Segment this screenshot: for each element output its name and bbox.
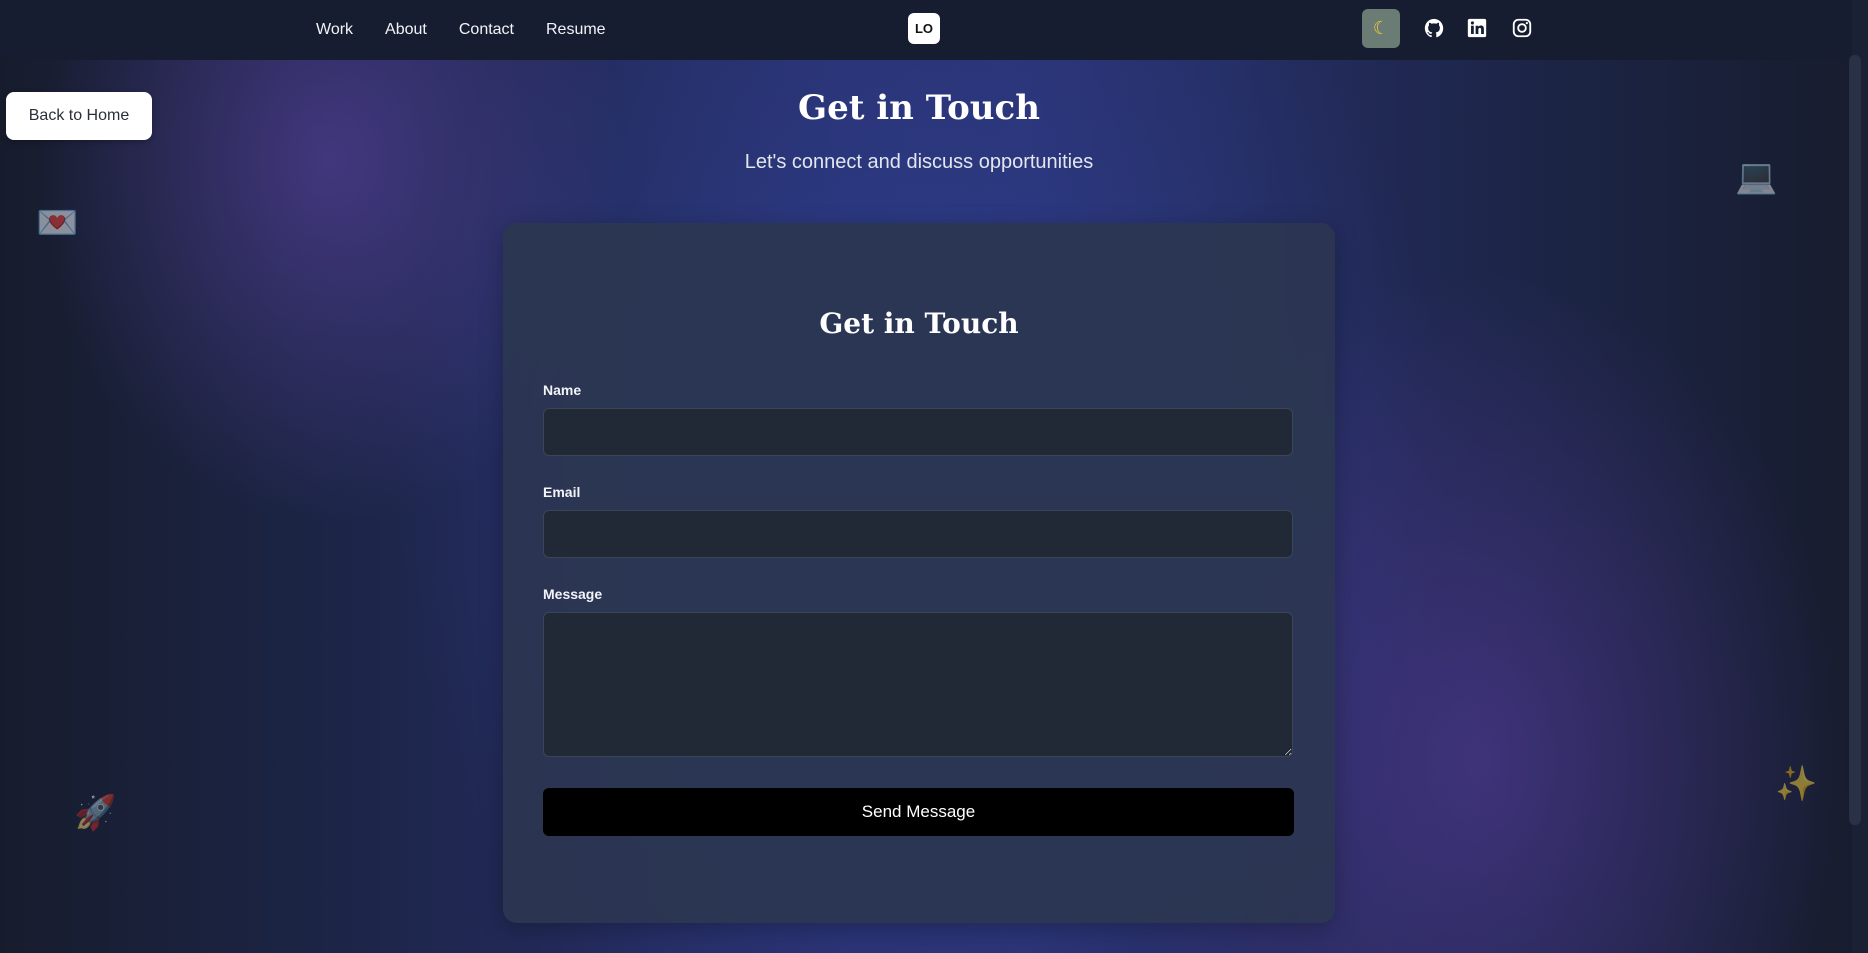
sparkles-icon: ✨ [1775,765,1818,803]
logo[interactable]: LO [908,13,940,44]
email-label: Email [543,484,581,500]
love-letter-icon: 💌 [36,204,79,242]
laptop-icon: 💻 [1735,158,1778,196]
github-link[interactable] [1422,16,1446,40]
linkedin-icon [1467,18,1487,38]
linkedin-link[interactable] [1465,16,1489,40]
top-navigation: Work About Contact Resume LO ☾ [0,0,1858,60]
instagram-icon [1512,18,1532,38]
page-title: Get in Touch [798,88,1040,128]
message-label: Message [543,586,603,602]
instagram-link[interactable] [1510,16,1534,40]
nav-link-about[interactable]: About [385,21,427,39]
name-input[interactable] [543,408,1293,456]
form-title: Get in Touch [819,307,1019,340]
page-subtitle: Let's connect and discuss opportunities [744,151,1094,173]
rocket-icon: 🚀 [74,794,117,832]
contact-form-card: Get in Touch Name Email Message Send Mes… [503,223,1335,923]
github-icon [1424,18,1444,38]
nav-link-contact[interactable]: Contact [459,21,514,39]
name-label: Name [543,382,582,398]
scrollbar-thumb[interactable] [1849,55,1861,825]
message-textarea[interactable] [543,612,1293,757]
email-input[interactable] [543,510,1293,558]
moon-icon: ☾ [1372,18,1390,38]
nav-link-resume[interactable]: Resume [546,21,606,39]
theme-toggle-button[interactable]: ☾ [1362,9,1400,48]
send-message-button[interactable]: Send Message [543,788,1294,836]
nav-links: Work About Contact Resume [316,0,606,60]
nav-link-work[interactable]: Work [316,21,353,39]
